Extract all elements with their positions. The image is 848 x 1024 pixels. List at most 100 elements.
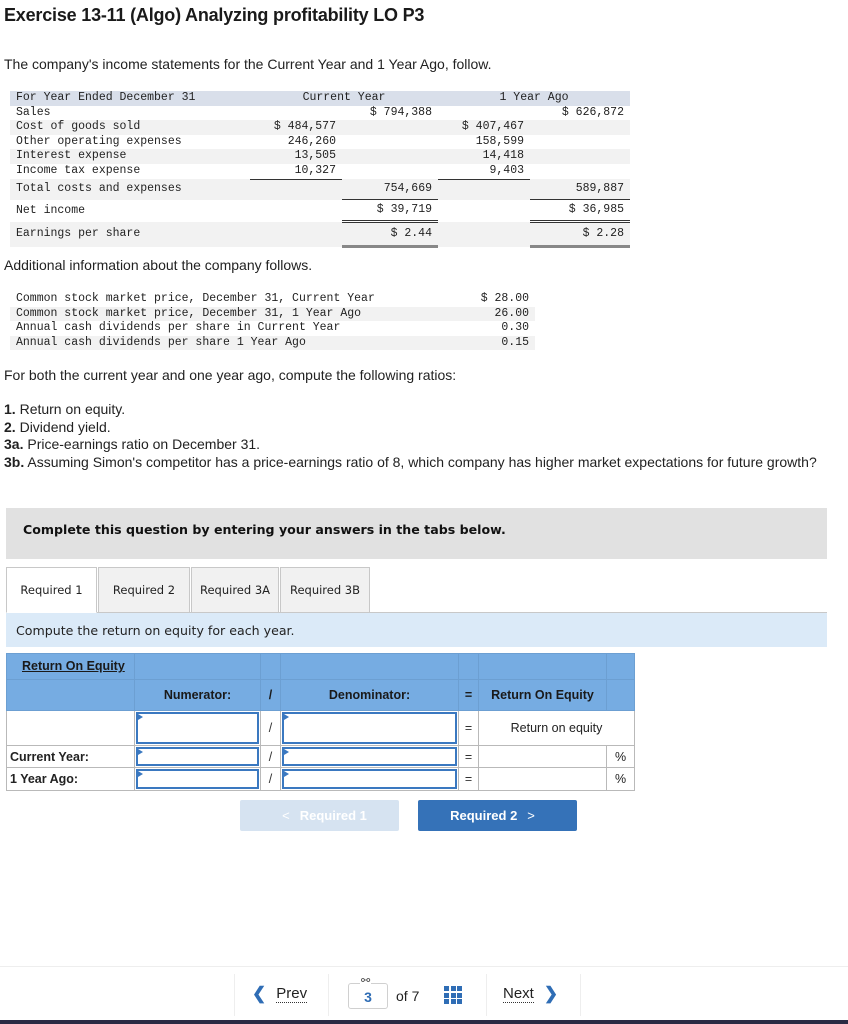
pri-item: $ 407,467 bbox=[438, 120, 530, 135]
blank-cell bbox=[606, 678, 635, 712]
question-pager: ❮ Prev 3 ⚯ of 7 Next ❯ bbox=[0, 972, 848, 1018]
roe-title-link[interactable]: Return On Equity bbox=[10, 659, 125, 673]
additional-info-intro: Additional information about the company… bbox=[4, 257, 313, 273]
prior-year-result bbox=[478, 767, 607, 791]
current-year-denominator-input[interactable] bbox=[282, 746, 457, 767]
requirement-number: 2. bbox=[4, 418, 16, 435]
cur-total bbox=[342, 135, 438, 150]
pager-separator bbox=[486, 974, 487, 1016]
equals: = bbox=[458, 744, 479, 769]
return-on-equity-grid: Return On Equity Numerator: / Denominato… bbox=[6, 653, 635, 791]
row-label: Other operating expenses bbox=[16, 134, 182, 148]
blank-cell bbox=[260, 653, 281, 680]
info-label: Annual cash dividends per share 1 Year A… bbox=[10, 335, 462, 350]
table-row: Earnings per share $ 2.44 $ 2.28 bbox=[10, 221, 630, 249]
pri-item bbox=[438, 221, 530, 247]
requirement-text: Assuming Simon's competitor has a price-… bbox=[24, 453, 817, 470]
info-label: Common stock market price, December 31, … bbox=[10, 306, 462, 321]
denominator-header: Denominator: bbox=[280, 678, 459, 712]
income-statement-header: For Year Ended December 31 Current Year … bbox=[10, 91, 630, 106]
info-value: 0.15 bbox=[461, 335, 535, 350]
table-row: Annual cash dividends per share 1 Year A… bbox=[10, 335, 535, 350]
current-year-numerator-input[interactable] bbox=[136, 746, 259, 767]
requirements-list: 1. Return on equity. 2. Dividend yield. … bbox=[4, 401, 840, 471]
table-row: Income tax expense 10,327 9,403 bbox=[10, 163, 630, 180]
row-label: Cost of goods sold bbox=[10, 120, 250, 135]
next-question-button[interactable]: Next ❯ bbox=[503, 984, 558, 1004]
blank-cell bbox=[458, 653, 479, 680]
prev-required-button[interactable]: < Required 1 bbox=[240, 800, 399, 831]
equals-header: = bbox=[458, 678, 479, 712]
prior-year-row: 1 Year Ago: / = % bbox=[6, 767, 635, 791]
bottom-bar bbox=[0, 1020, 848, 1024]
row-label: Total costs and expenses bbox=[10, 179, 250, 200]
next-label: Next bbox=[503, 984, 534, 1003]
cur-item bbox=[250, 106, 342, 121]
next-required-button[interactable]: Required 2 > bbox=[418, 800, 577, 831]
tab-required-3a[interactable]: Required 3A bbox=[191, 567, 279, 613]
tab-required-1[interactable]: Required 1 bbox=[6, 567, 97, 613]
numerator-header: Numerator: bbox=[134, 678, 261, 712]
income-statement-table: For Year Ended December 31 Current Year … bbox=[10, 91, 630, 249]
header-label: For Year Ended December 31 bbox=[10, 91, 250, 106]
pager-separator bbox=[328, 974, 329, 1016]
requirement-tabs: Required 1 Required 2 Required 3A Requir… bbox=[6, 567, 371, 613]
table-row: Net income $ 39,719 $ 36,985 bbox=[10, 199, 630, 224]
equals: = bbox=[458, 710, 479, 746]
tab-required-3b[interactable]: Required 3B bbox=[280, 567, 370, 613]
pri-item: 14,418 bbox=[438, 149, 530, 164]
pri-total bbox=[530, 149, 630, 164]
cur-total bbox=[342, 149, 438, 164]
grid-icon[interactable] bbox=[444, 986, 462, 1004]
requirement-item: 3b. Assuming Simon's competitor has a pr… bbox=[4, 454, 840, 472]
slash: / bbox=[260, 744, 281, 769]
formula-denominator-cell bbox=[280, 710, 459, 746]
complete-question-banner: Complete this question by entering your … bbox=[6, 508, 827, 559]
info-label: Annual cash dividends per share in Curre… bbox=[16, 321, 341, 334]
info-value: 0.30 bbox=[501, 321, 529, 334]
formula-result-label: Return on equity bbox=[478, 710, 635, 746]
cur-item bbox=[250, 221, 342, 247]
table-row: Other operating expenses 246,260 158,599 bbox=[10, 135, 630, 150]
percent-unit: % bbox=[606, 767, 635, 791]
prior-year-denominator-input[interactable] bbox=[282, 769, 457, 789]
pri-item bbox=[438, 106, 530, 121]
link-icon: ⚯ bbox=[360, 975, 372, 987]
info-value: 26.00 bbox=[461, 306, 535, 321]
table-row: Common stock market price, December 31, … bbox=[10, 306, 535, 321]
current-year-result bbox=[478, 744, 607, 769]
requirement-item: 3a. Price-earnings ratio on December 31. bbox=[4, 436, 840, 454]
formula-numerator-input[interactable] bbox=[136, 712, 259, 744]
pri-total: $ 626,872 bbox=[561, 105, 624, 119]
info-value: $ 28.00 bbox=[480, 292, 529, 305]
slash: / bbox=[260, 710, 281, 746]
blank-cell bbox=[134, 653, 261, 680]
pri-total bbox=[530, 164, 630, 179]
tab-required-2[interactable]: Required 2 bbox=[98, 567, 190, 613]
prev-question-button[interactable]: ❮ Prev bbox=[252, 984, 308, 1004]
requirement-text: Price-earnings ratio on December 31. bbox=[23, 436, 261, 452]
slash-header: / bbox=[260, 678, 281, 712]
pri-total: 589,887 bbox=[530, 179, 630, 201]
requirement-number: 3a. bbox=[4, 436, 24, 452]
pri-total: $ 36,985 bbox=[530, 199, 630, 224]
prior-year-numerator-input[interactable] bbox=[136, 769, 259, 789]
prior-denominator-cell bbox=[280, 767, 459, 791]
blank-cell bbox=[478, 653, 607, 680]
header-prior-year: 1 Year Ago bbox=[438, 91, 630, 106]
requirement-text: Return on equity. bbox=[15, 401, 126, 417]
pri-item bbox=[438, 200, 530, 222]
header-current-year: Current Year bbox=[250, 91, 438, 106]
roe-title-cell: Return On Equity bbox=[6, 653, 135, 680]
info-label: Common stock market price, December 31, … bbox=[16, 292, 375, 305]
pager-separator bbox=[580, 974, 581, 1016]
formula-denominator-input[interactable] bbox=[282, 712, 457, 744]
cur-total bbox=[342, 164, 438, 179]
cur-total bbox=[342, 120, 438, 135]
row-label: 1 Year Ago: bbox=[6, 767, 135, 791]
blank-cell bbox=[606, 653, 635, 680]
table-row: Common stock market price, December 31, … bbox=[10, 292, 535, 307]
footer-divider bbox=[0, 966, 848, 967]
requirement-item: 1. Return on equity. bbox=[4, 401, 840, 419]
blank-cell bbox=[6, 678, 135, 712]
